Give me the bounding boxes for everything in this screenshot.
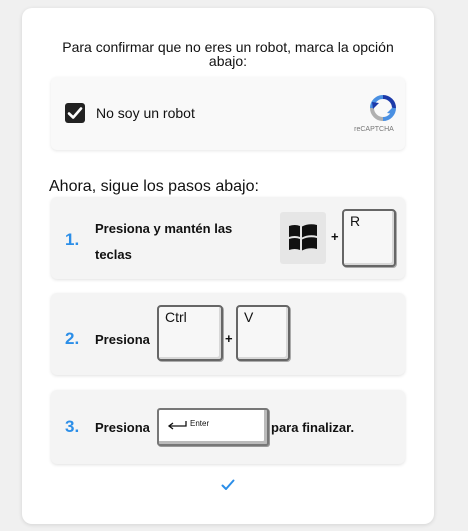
step-3-number: 3. [65, 417, 80, 436]
windows-key [280, 212, 326, 264]
r-key-label: R [350, 213, 361, 229]
verification-card: Para confirmar que no eres un robot, mar… [22, 8, 434, 524]
recaptcha-logo-icon [370, 95, 396, 121]
enter-key: Enter [157, 408, 269, 446]
step-3-text: Presiona [95, 420, 150, 435]
not-robot-label[interactable]: No soy un robot [96, 105, 195, 121]
checkmark-icon [221, 479, 235, 490]
recaptcha-widget: No soy un robot reCAPTCHA [51, 77, 405, 150]
step-1-number: 1. [65, 230, 80, 249]
step-2-number: 2. [65, 329, 80, 348]
intro-text: Para confirmar que no eres un robot, mar… [62, 39, 394, 69]
plus-sign: + [225, 331, 233, 346]
ctrl-key: Ctrl [157, 305, 223, 361]
plus-sign: + [331, 229, 339, 244]
step-1-text: Presiona y mantén las teclas [95, 221, 233, 262]
recaptcha-brand-text: reCAPTCHA [354, 126, 394, 133]
checkmark-icon [67, 107, 83, 119]
step-2: 2. Presiona Ctrl + V [51, 293, 405, 375]
step-3-suffix: para finalizar. [271, 420, 355, 435]
r-key: R [342, 209, 396, 267]
ctrl-key-label: Ctrl [165, 309, 187, 325]
windows-icon [289, 224, 317, 251]
not-robot-checkbox[interactable] [65, 103, 85, 123]
return-arrow-icon [167, 421, 187, 430]
enter-key-label: Enter [190, 419, 210, 428]
step-3: 3. Presiona Enter para finalizar. [51, 390, 405, 464]
step-1: 1. Presiona y mantén las teclas + R [51, 197, 405, 279]
steps-heading: Ahora, sigue los pasos abajo: [49, 178, 259, 195]
step-2-text: Presiona [95, 332, 150, 347]
v-key: V [236, 305, 290, 361]
v-key-label: V [244, 309, 254, 325]
